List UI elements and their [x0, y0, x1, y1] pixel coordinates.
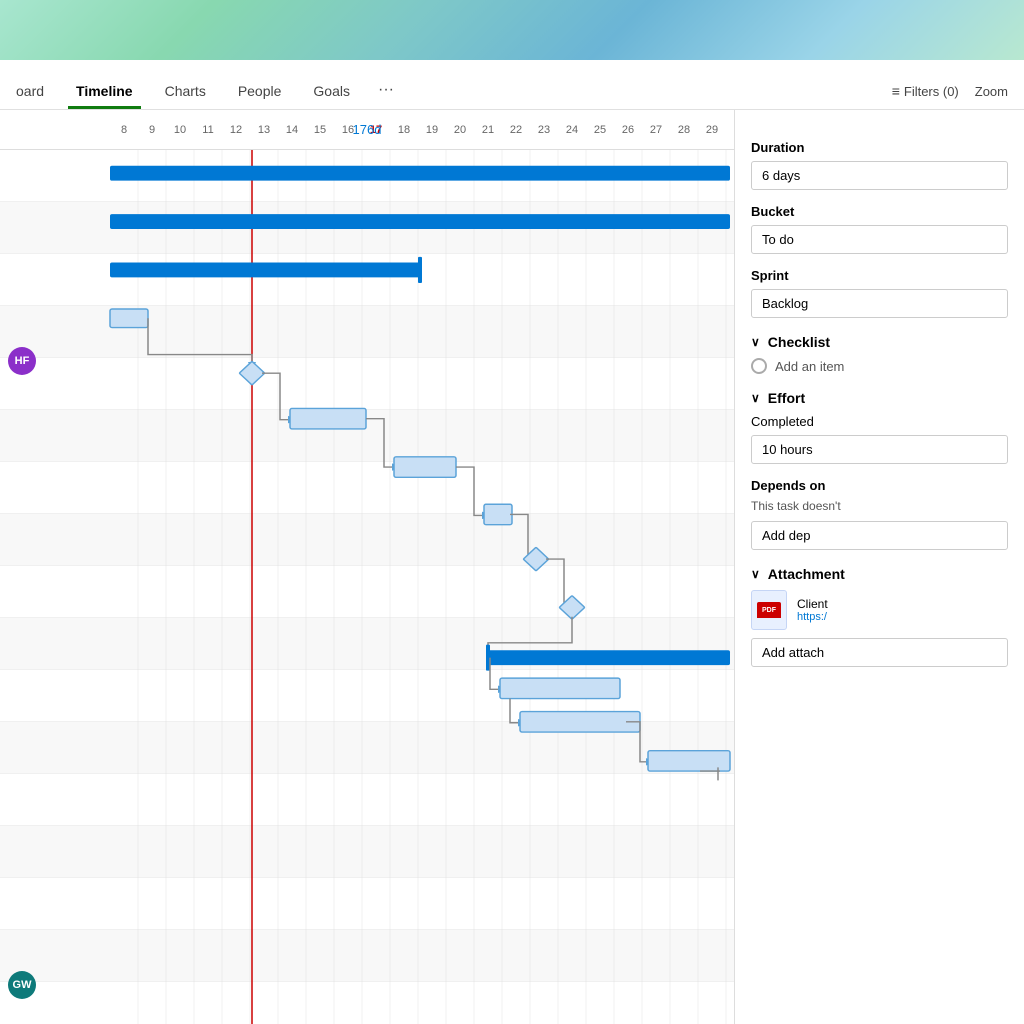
gantt-row-5 — [0, 358, 734, 410]
bucket-field-value[interactable]: To do — [751, 225, 1008, 254]
day-8: 8 — [110, 124, 138, 136]
gantt-row-17 — [0, 982, 734, 1024]
attachments-section-header[interactable]: ∨ Attachment — [751, 566, 1008, 582]
attachment-name: Client — [797, 597, 828, 611]
sprint-field-value[interactable]: Backlog — [751, 289, 1008, 318]
tab-charts[interactable]: Charts — [149, 75, 222, 109]
gantt-row-2 — [0, 202, 734, 254]
avatar-gw: GW — [8, 971, 36, 999]
gantt-row-10 — [0, 618, 734, 670]
bucket-field-label: Bucket — [751, 204, 1008, 219]
day-15: 15 — [306, 124, 334, 136]
day-19: 19 — [418, 124, 446, 136]
gantt-row-14 — [0, 826, 734, 878]
duration-label: 176d — [353, 122, 382, 137]
day-10: 10 — [166, 124, 194, 136]
day-30: 30 — [726, 124, 734, 136]
filters-button[interactable]: ≡ Filters (0) — [892, 83, 959, 99]
completed-field-value[interactable]: 10 hours — [751, 435, 1008, 464]
timeline-header: 176d 8 9 10 11 12 13 14 15 16 17 18 19 2… — [0, 110, 734, 150]
gantt-row-6 — [0, 410, 734, 462]
gantt-row-3 — [0, 254, 734, 306]
navigation-bar: oard Timeline Charts People Goals ··· ≡ … — [0, 60, 1024, 110]
gantt-row-16 — [0, 930, 734, 982]
pdf-icon: PDF — [751, 590, 787, 630]
day-13: 13 — [250, 124, 278, 136]
gantt-area: 176d 8 9 10 11 12 13 14 15 16 17 18 19 2… — [0, 110, 734, 1024]
checklist-add-label: Add an item — [775, 359, 844, 374]
tab-more[interactable]: ··· — [366, 73, 406, 109]
gantt-row-12 — [0, 722, 734, 774]
day-20: 20 — [446, 124, 474, 136]
day-9: 9 — [138, 124, 166, 136]
attachment-item: PDF Client https:/ — [751, 590, 1008, 630]
day-27: 27 — [642, 124, 670, 136]
depends-on-label: Depends on — [751, 478, 1008, 493]
day-24: 24 — [558, 124, 586, 136]
depends-on-desc: This task doesn't — [751, 499, 1008, 513]
attachments-chevron-icon: ∨ — [751, 567, 760, 581]
attachment-info: Client https:/ — [797, 597, 828, 623]
day-18: 18 — [390, 124, 418, 136]
gantt-row-7 — [0, 462, 734, 514]
tab-timeline[interactable]: Timeline — [60, 75, 149, 109]
day-14: 14 — [278, 124, 306, 136]
gantt-row-13 — [0, 774, 734, 826]
day-21: 21 — [474, 124, 502, 136]
add-attachment-button[interactable]: Add attach — [751, 638, 1008, 667]
day-26: 26 — [614, 124, 642, 136]
nav-right-actions: ≡ Filters (0) Zoom — [876, 83, 1024, 109]
zoom-button[interactable]: Zoom — [975, 84, 1008, 99]
day-11: 11 — [194, 124, 222, 136]
day-22: 22 — [502, 124, 530, 136]
main-area: 176d 8 9 10 11 12 13 14 15 16 17 18 19 2… — [0, 110, 1024, 1024]
effort-section-header[interactable]: ∨ Effort — [751, 390, 1008, 406]
tab-board[interactable]: oard — [0, 75, 60, 109]
avatar-hf: HF — [8, 347, 36, 375]
day-29: 29 — [698, 124, 726, 136]
tab-goals[interactable]: Goals — [297, 75, 366, 109]
sprint-field-label: Sprint — [751, 268, 1008, 283]
day-25: 25 — [586, 124, 614, 136]
attachment-url[interactable]: https:/ — [797, 611, 828, 623]
effort-chevron-icon: ∨ — [751, 391, 760, 405]
add-dependency-button[interactable]: Add dep — [751, 521, 1008, 550]
gantt-row-1 — [0, 150, 734, 202]
tab-people[interactable]: People — [222, 75, 298, 109]
header-background — [0, 0, 1024, 60]
checklist-circle-icon — [751, 358, 767, 374]
duration-field-label: Duration — [751, 140, 1008, 155]
duration-field-value[interactable]: 6 days — [751, 161, 1008, 190]
pdf-badge: PDF — [757, 602, 781, 618]
right-panel: Duration 6 days Bucket To do Sprint Back… — [734, 110, 1024, 1024]
checklist-section-header[interactable]: ∨ Checklist — [751, 334, 1008, 350]
day-12: 12 — [222, 124, 250, 136]
completed-field-label: Completed — [751, 414, 1008, 429]
gantt-row-9 — [0, 566, 734, 618]
gantt-row-11 — [0, 670, 734, 722]
day-23: 23 — [530, 124, 558, 136]
gantt-row-15 — [0, 878, 734, 930]
gantt-row-8 — [0, 514, 734, 566]
gantt-row-4 — [0, 306, 734, 358]
gantt-grid: HF GW — [0, 150, 734, 1024]
filter-icon: ≡ — [892, 83, 900, 99]
checklist-add-row[interactable]: Add an item — [751, 358, 1008, 374]
checklist-chevron-icon: ∨ — [751, 335, 760, 349]
day-28: 28 — [670, 124, 698, 136]
